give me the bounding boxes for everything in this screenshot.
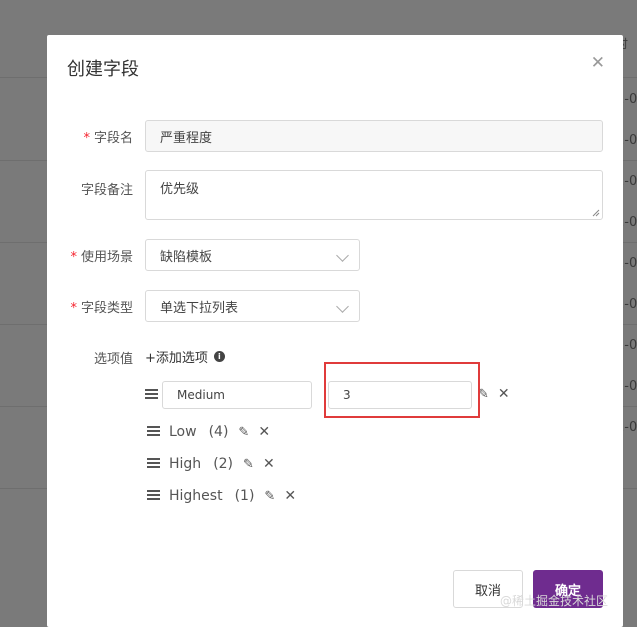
field-type-select[interactable]: 单选下拉列表 (145, 290, 360, 322)
delete-icon[interactable]: ✕ (263, 456, 275, 472)
edit-icon[interactable]: ✎ (238, 425, 249, 440)
add-option-button[interactable]: +添加选项 i (145, 347, 225, 366)
option-count: (2) (213, 456, 234, 472)
delete-icon[interactable]: ✕ (498, 386, 510, 402)
field-remark-label: 字段备注 (80, 183, 133, 198)
option-count: (1) (234, 488, 255, 504)
highlight-box (324, 362, 480, 418)
option-name: High (169, 456, 202, 472)
option-item-highest: Highest (1) ✎ ✕ (147, 486, 296, 506)
option-name-input[interactable]: Medium (162, 381, 312, 409)
chevron-down-icon (336, 249, 349, 262)
required-marker: * (70, 250, 77, 265)
delete-icon[interactable]: ✕ (284, 488, 296, 504)
options-label: 选项值 (93, 352, 133, 367)
edit-icon[interactable]: ✎ (264, 489, 275, 504)
required-marker: * (70, 301, 77, 316)
add-option-label: +添加选项 (145, 351, 208, 366)
drag-handle-icon[interactable] (147, 458, 160, 469)
option-name: Low (169, 424, 197, 440)
chevron-down-icon (336, 300, 349, 313)
drag-handle-icon[interactable] (147, 426, 160, 437)
scene-select-value: 缺陷模板 (160, 249, 213, 265)
field-remark-value: 优先级 (160, 182, 200, 197)
drag-handle-icon[interactable] (145, 389, 158, 400)
delete-icon[interactable]: ✕ (258, 424, 270, 440)
option-edit-tools: ✎ ✕ (478, 384, 510, 404)
info-icon[interactable]: i (213, 351, 225, 362)
field-type-label: * 字段类型 (47, 297, 133, 316)
create-field-dialog: 创建字段 ✕ * 字段名 严重程度 字段备注 优先级 * 使用场景 缺陷模板 * 字段… (47, 35, 623, 627)
field-name-input[interactable]: 严重程度 (145, 120, 603, 152)
scene-label: * 使用场景 (47, 246, 133, 265)
option-count: (4) (208, 424, 229, 440)
required-marker: * (83, 131, 90, 146)
drag-handle-icon[interactable] (147, 490, 160, 501)
option-item-high: High (2) ✎ ✕ (147, 454, 275, 474)
field-type-select-value: 单选下拉列表 (160, 300, 239, 316)
scene-select[interactable]: 缺陷模板 (145, 239, 360, 271)
close-icon[interactable]: ✕ (591, 53, 605, 73)
field-type-label-text: 字段类型 (80, 301, 133, 316)
option-name: Highest (169, 488, 223, 504)
field-remark-textarea[interactable]: 优先级 (145, 170, 603, 220)
scene-label-text: 使用场景 (80, 250, 133, 265)
option-item-low: Low (4) ✎ ✕ (147, 422, 270, 442)
resize-handle-icon[interactable] (592, 209, 600, 217)
field-name-label: * 字段名 (47, 127, 133, 146)
field-name-label-text: 字段名 (93, 131, 133, 146)
watermark: @稀土掘金技术社区 (500, 594, 609, 608)
edit-icon[interactable]: ✎ (243, 457, 254, 472)
dialog-title: 创建字段 (67, 59, 139, 80)
